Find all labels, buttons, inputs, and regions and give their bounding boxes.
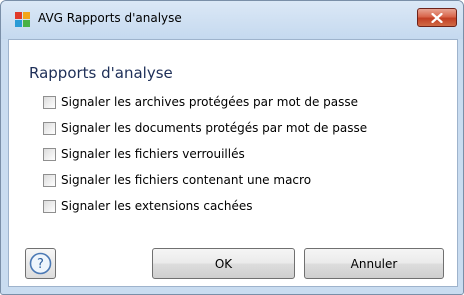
question-mark-icon: ? — [29, 252, 52, 275]
checkbox[interactable] — [43, 199, 56, 213]
close-button[interactable] — [417, 8, 457, 27]
option-hidden-extensions[interactable]: Signaler les extensions cachées — [43, 197, 253, 215]
dialog-window: AVG Rapports d'analyse Rapports d'analys… — [0, 0, 464, 295]
close-icon — [431, 13, 443, 23]
checkbox[interactable] — [43, 95, 56, 109]
option-password-documents[interactable]: Signaler les documents protégés par mot … — [43, 119, 367, 137]
window-title: AVG Rapports d'analyse — [38, 11, 182, 25]
option-label: Signaler les fichiers contenant une macr… — [61, 173, 312, 187]
cancel-button[interactable]: Annuler — [304, 248, 444, 279]
option-password-archives[interactable]: Signaler les archives protégées par mot … — [43, 93, 358, 111]
checkbox[interactable] — [43, 147, 56, 161]
svg-text:?: ? — [37, 257, 44, 272]
option-label: Signaler les documents protégés par mot … — [61, 121, 368, 135]
checkbox[interactable] — [43, 121, 56, 135]
option-locked-files[interactable]: Signaler les fichiers verrouillés — [43, 145, 245, 163]
option-label: Signaler les fichiers verrouillés — [61, 147, 245, 161]
option-macro-files[interactable]: Signaler les fichiers contenant une macr… — [43, 171, 311, 189]
option-label: Signaler les extensions cachées — [61, 199, 253, 213]
ok-button[interactable]: OK — [152, 248, 295, 279]
avg-logo-icon — [15, 12, 30, 27]
page-title: Rapports d'analyse — [29, 64, 173, 82]
option-label: Signaler les archives protégées par mot … — [61, 95, 358, 109]
help-button[interactable]: ? — [25, 248, 56, 279]
title-bar[interactable]: AVG Rapports d'analyse — [1, 1, 463, 39]
checkbox[interactable] — [43, 173, 56, 187]
